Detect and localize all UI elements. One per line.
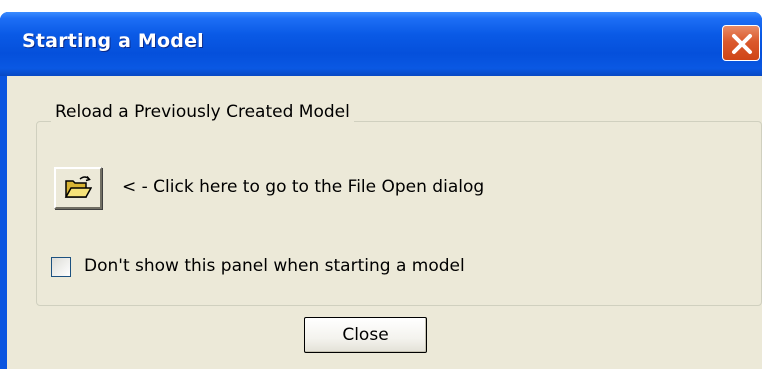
- reload-model-groupbox: [36, 121, 762, 306]
- folder-open-icon: [64, 176, 92, 198]
- file-open-button[interactable]: [54, 167, 102, 209]
- close-button[interactable]: Close: [304, 317, 427, 353]
- title-bar[interactable]: Starting a Model: [0, 12, 762, 76]
- groupbox-legend: Reload a Previously Created Model: [51, 102, 354, 122]
- dont-show-panel-checkbox[interactable]: [51, 257, 71, 277]
- dialog-client-area: Reload a Previously Created Model < - Cl…: [7, 76, 762, 369]
- window-title: Starting a Model: [22, 30, 204, 52]
- file-open-hint-text: < - Click here to go to the File Open di…: [122, 177, 485, 197]
- dont-show-panel-label[interactable]: Don't show this panel when starting a mo…: [84, 256, 465, 276]
- close-icon: [732, 34, 752, 54]
- dialog-window: Starting a Model Reload a Previously Cre…: [0, 12, 762, 369]
- window-close-button[interactable]: [722, 25, 760, 61]
